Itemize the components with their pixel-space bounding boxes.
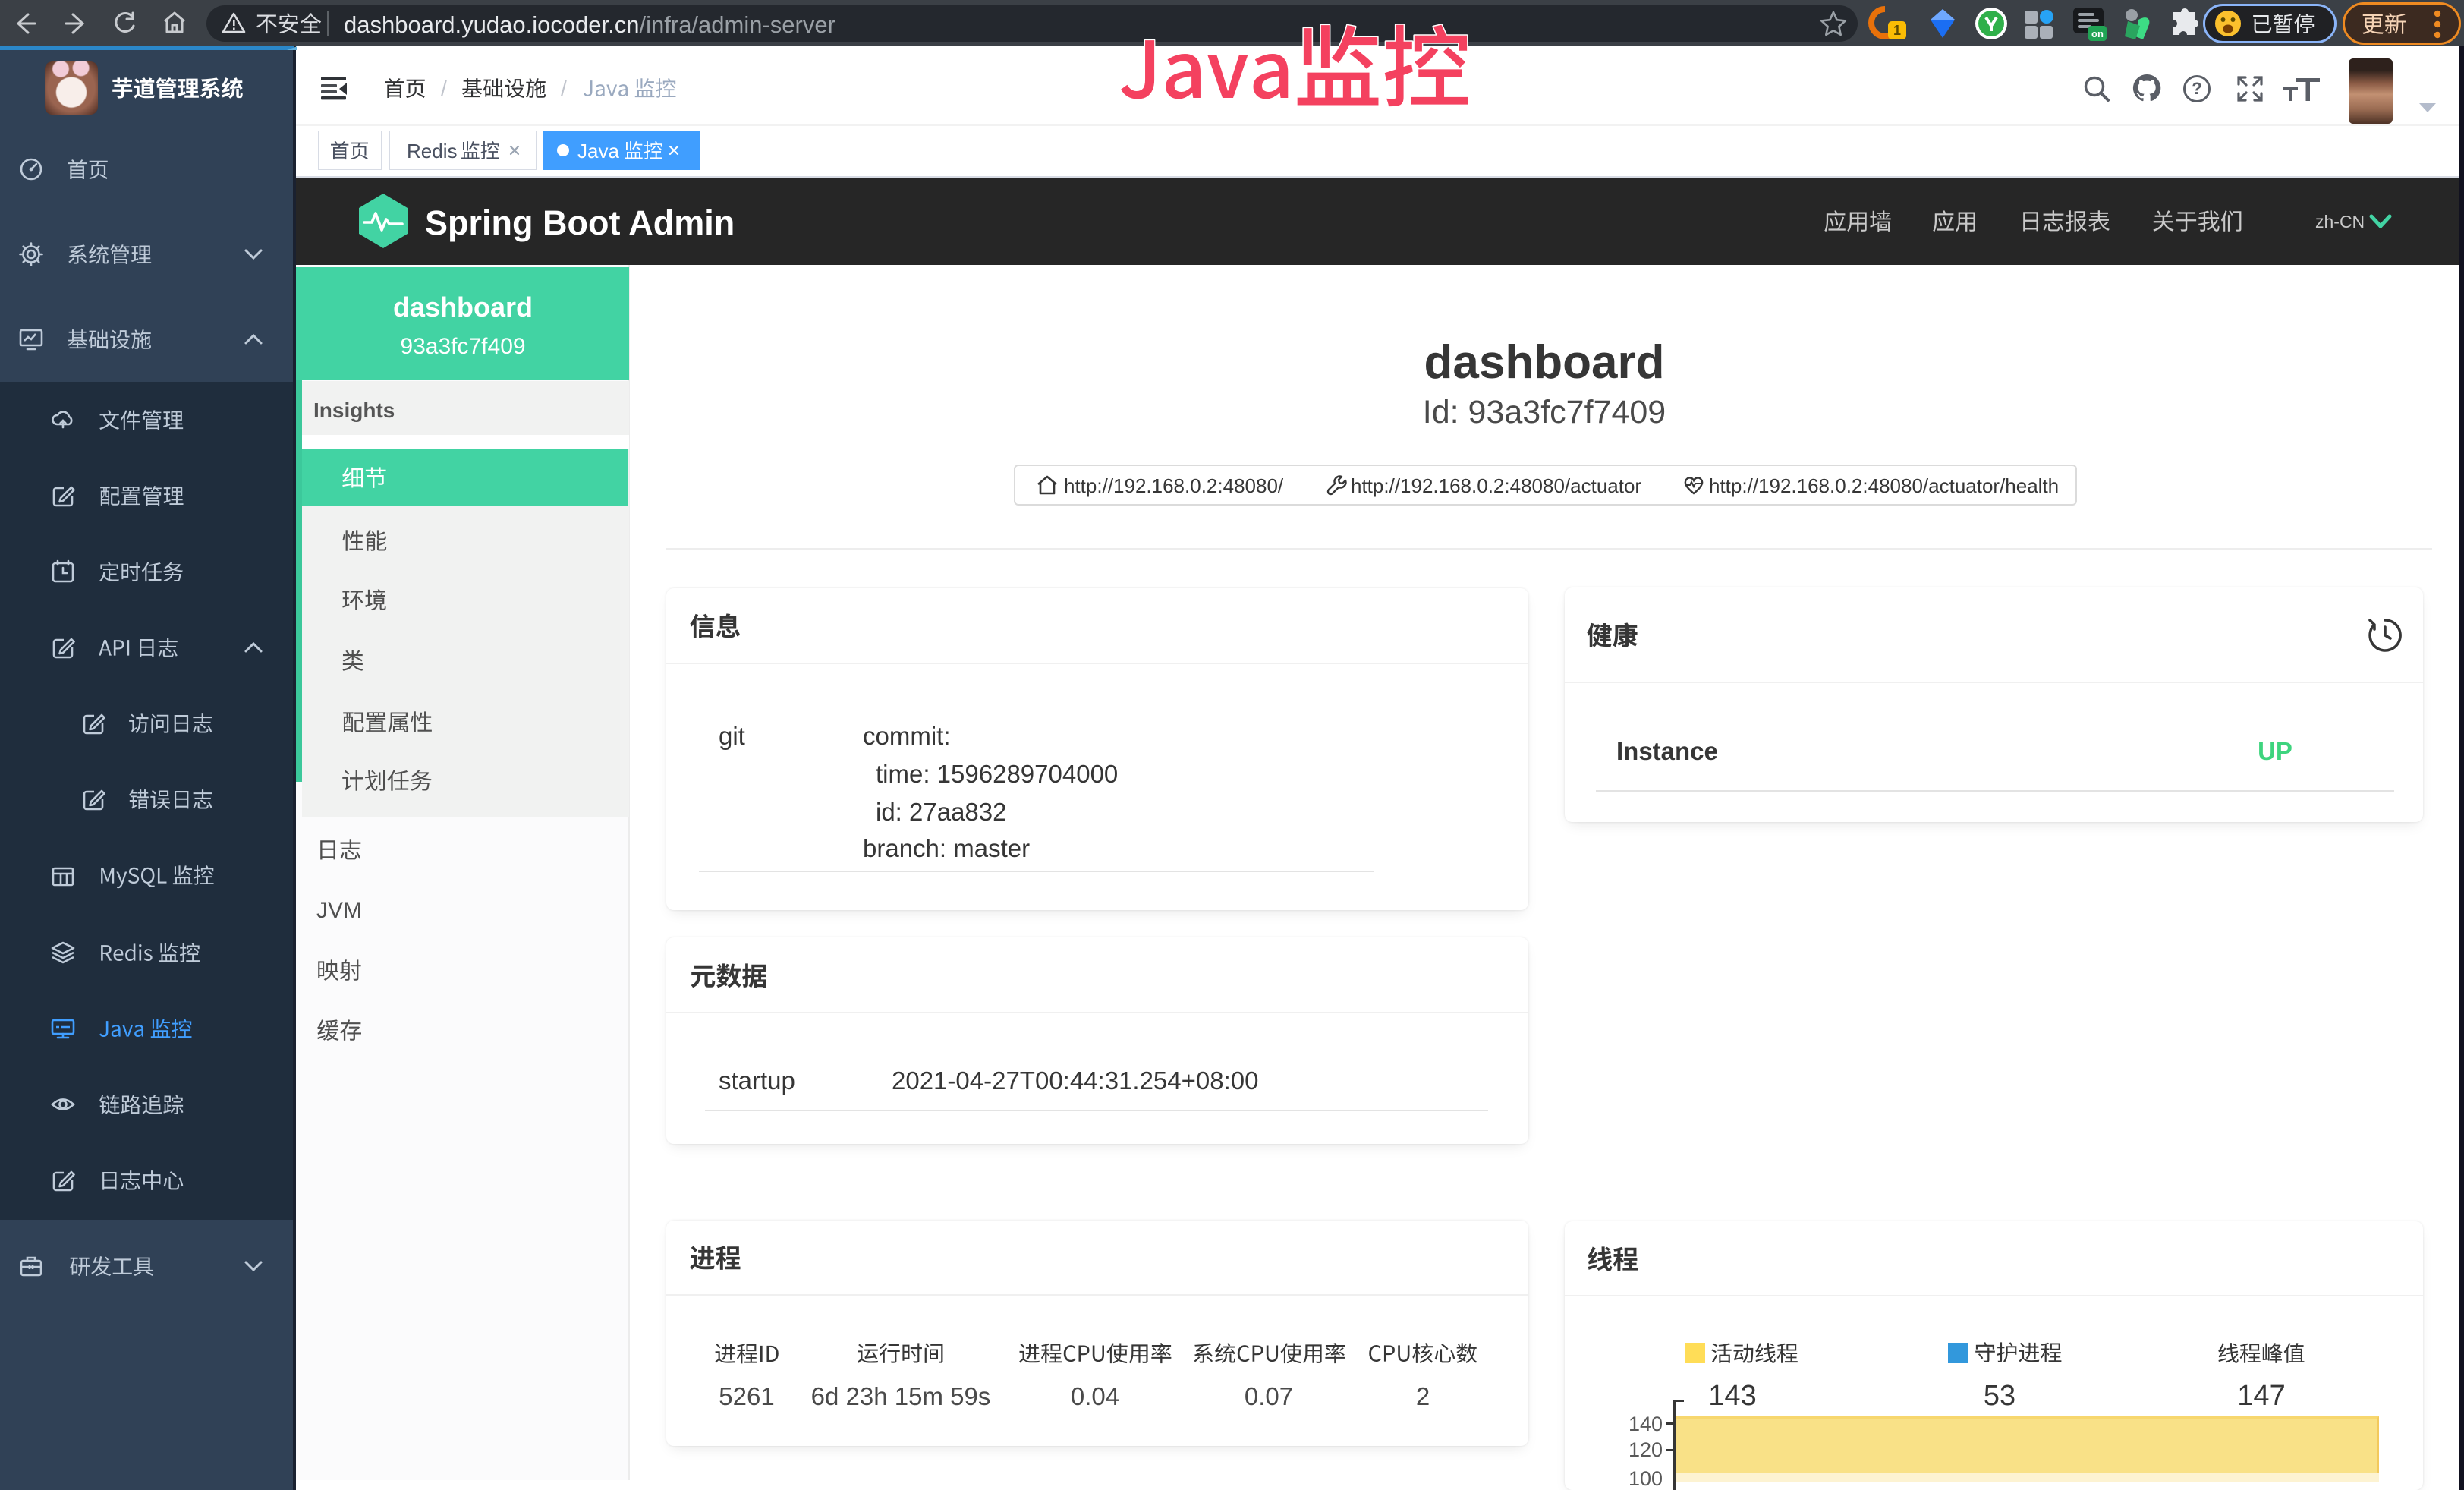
- svg-text:on: on: [2091, 28, 2104, 39]
- svg-text:?: ?: [2192, 79, 2201, 98]
- svg-text:1: 1: [1893, 23, 1901, 38]
